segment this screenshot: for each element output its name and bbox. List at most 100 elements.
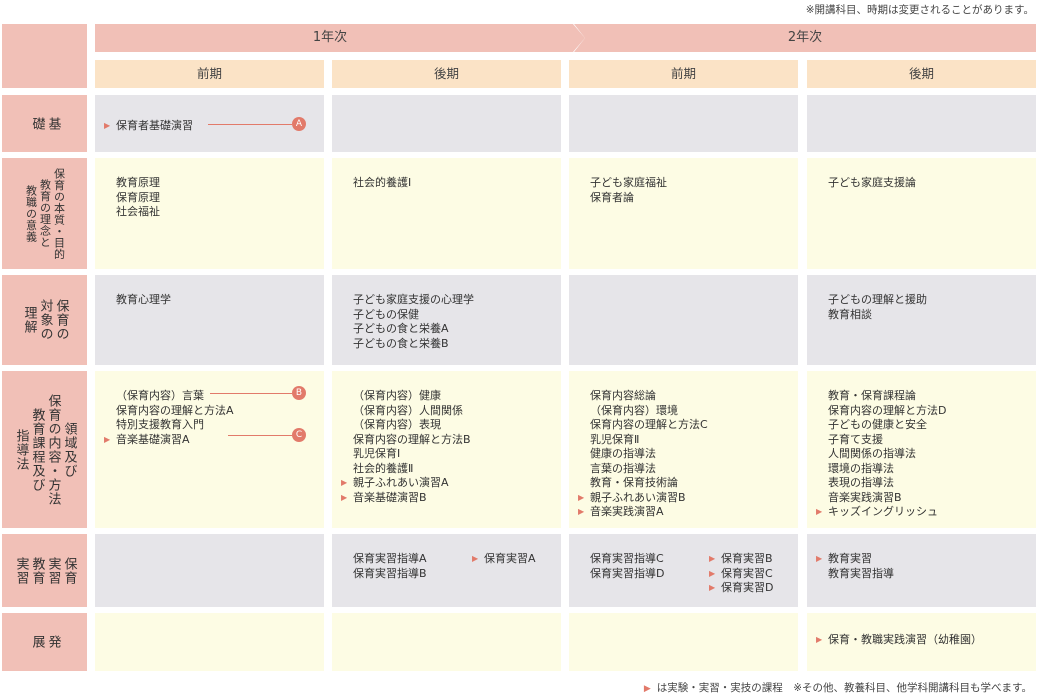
marker-badge-c: C [292, 428, 306, 442]
course-name: 保育者論 [590, 190, 634, 204]
course-cell: （保育内容）言葉 保育内容の理解と方法A 特別支援教育入門 ▶ 音楽基礎演習A [95, 371, 324, 528]
course-name: 保育実習指導C [590, 552, 664, 565]
course-list: ▶ 保育・教職実践演習（幼稚園） [816, 633, 982, 648]
course-item: 保育内容の理解と方法B [353, 433, 471, 448]
course-name: 保育内容の理解と方法B [353, 432, 471, 446]
course-item: ▶ 保育実習D [709, 581, 774, 596]
course-cell: 保育内容総論 （保育内容）環境 保育内容の理解と方法C 乳児保育Ⅱ 健康の指導法 言葉の指… [569, 371, 798, 528]
course-item: 教育・保育課程論 [828, 389, 946, 404]
course-item: 保育内容の理解と方法C [590, 418, 708, 433]
course-cell [332, 95, 561, 152]
category-text: 発 [45, 635, 61, 649]
course-item: 人間関係の指導法 [828, 447, 946, 462]
course-name: 保育内容総論 [590, 389, 656, 402]
category-4: 保育 実習 教育 実習 [2, 534, 87, 607]
course-item: （保育内容）言葉 [116, 389, 234, 404]
course-item: 健康の指導法 [590, 447, 708, 462]
course-item: ▶ 音楽基礎演習B [341, 491, 471, 506]
course-item: 言葉の指導法 [590, 462, 708, 477]
practical-triangle-icon: ▶ [816, 507, 823, 516]
course-item: 子ども家庭支援論 [828, 176, 916, 191]
course-name: 子ども家庭福祉 [590, 176, 667, 189]
course-list: 子どもの理解と援助 教育相談 [828, 293, 927, 322]
category-text: 指導法 [13, 428, 29, 471]
course-list: 教育心理学 [116, 293, 171, 308]
course-list-secondary: ▶ 保育実習B ▶ 保育実習C ▶ 保育実習D [709, 552, 774, 596]
course-item: 教育・保育技術論 [590, 476, 708, 491]
practical-triangle-icon: ▶ [578, 492, 585, 502]
course-name: 教育原理 [116, 176, 160, 189]
category-text: 保育の内容・方法 [45, 393, 61, 506]
category-text: 教育課程及び [29, 407, 45, 492]
course-item: ▶ 保育実習C [709, 567, 773, 582]
course-item: （保育内容）環境 [590, 404, 708, 419]
course-cell: 教育原理 保育原理 社会福祉 [95, 158, 324, 269]
term-2-first: 前期 [569, 60, 798, 88]
course-list: 保育実習指導A 保育実習指導B [353, 552, 427, 581]
category-text: 教育 [29, 556, 45, 585]
course-item: 子どもの食と栄養A [353, 322, 474, 337]
course-name: 保育実習指導A [353, 552, 427, 565]
course-list: 社会的養護Ⅰ [353, 176, 411, 191]
course-name: 保育実習D [721, 581, 774, 594]
course-name: 子どもの食と栄養A [353, 322, 449, 335]
category-text: 領域及び [61, 421, 77, 478]
course-name: 音楽実践演習B [828, 490, 902, 504]
course-name: （保育内容）環境 [590, 403, 678, 417]
course-name: 音楽実践演習A [590, 505, 664, 518]
year-label-2: 2年次 [787, 30, 823, 45]
course-cell [569, 95, 798, 152]
course-list: （保育内容）健康 （保育内容）人間関係 （保育内容）表現 保育内容の理解と方法B 乳児保… [341, 389, 471, 506]
course-item: 教育相談 [828, 308, 927, 323]
practical-triangle-icon: ▶ [104, 434, 111, 444]
course-list: 教育原理 保育原理 社会福祉 [116, 176, 160, 220]
category-text: 礎 [29, 116, 45, 131]
course-name: 環境の指導法 [828, 461, 894, 475]
course-cell: 社会的養護Ⅰ [332, 158, 561, 269]
year-label-1: 1年次 [312, 30, 348, 45]
course-name: 保育実習指導D [590, 566, 665, 580]
category-5: 発展 [2, 613, 87, 671]
course-name: 子育て支援 [828, 432, 883, 446]
course-name: 教育実習指導 [828, 566, 894, 580]
course-cell: ▶ 教育実習 教育実習指導 [807, 534, 1036, 607]
course-cell [332, 613, 561, 671]
course-item: 社会福祉 [116, 205, 160, 220]
course-cell: 子ども家庭福祉 保育者論 [569, 158, 798, 269]
course-name: 教育心理学 [116, 293, 171, 306]
marker-line [228, 435, 292, 436]
course-name: 保育・教職実践演習（幼稚園） [828, 633, 982, 646]
course-item: 保育内容の理解と方法D [828, 404, 946, 419]
course-item: 子どもの健康と安全 [828, 418, 946, 433]
course-name: 保育者基礎演習 [116, 119, 193, 132]
category-text: 基 [45, 116, 61, 131]
course-name: キッズイングリッシュ [828, 505, 938, 518]
course-item: ▶ 保育者基礎演習 [104, 119, 193, 134]
course-item: ▶ 音楽基礎演習A [104, 433, 234, 448]
marker-badge-b: B [292, 386, 306, 400]
course-name: 子どもの食と栄養B [353, 336, 449, 350]
course-item: ▶ 教育実習 [816, 552, 894, 567]
category-text: 保育の本質・目的 [52, 167, 66, 260]
course-item: 乳児保育Ⅱ [590, 433, 708, 448]
practical-triangle-icon: ▶ [104, 121, 111, 130]
course-item: ▶ 親子ふれあい演習B [578, 490, 708, 506]
category-text: 保育の [53, 299, 69, 341]
course-name: 保育実習A [484, 552, 536, 565]
course-item: 音楽実践演習B [828, 491, 946, 506]
course-list: 子ども家庭支援の心理学 子どもの保健 子どもの食と栄養A 子どもの食と栄養B [353, 293, 474, 351]
course-item: 保育実習指導C [590, 552, 664, 567]
course-item: 保育内容の理解と方法A [116, 404, 234, 419]
course-list: ▶ 教育実習 教育実習指導 [816, 552, 894, 581]
course-name: 保育実習B [721, 552, 773, 565]
course-item: （保育内容）表現 [353, 418, 471, 433]
course-item: 子どもの理解と援助 [828, 293, 927, 308]
course-name: 乳児保育Ⅰ [353, 447, 401, 460]
course-name: 親子ふれあい演習B [590, 490, 686, 504]
course-name: 乳児保育Ⅱ [590, 432, 640, 446]
category-text: 展 [29, 635, 45, 649]
course-name: 教育・保育課程論 [828, 389, 916, 402]
course-cell [569, 613, 798, 671]
course-name: 特別支援教育入門 [116, 418, 204, 431]
course-item: 保育内容総論 [590, 389, 708, 404]
